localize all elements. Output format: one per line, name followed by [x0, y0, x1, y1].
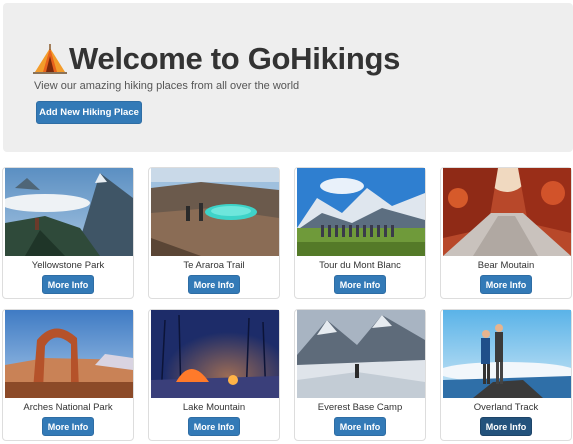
add-hiking-place-button[interactable]: Add New Hiking Place — [36, 101, 142, 124]
place-image — [5, 168, 133, 256]
place-card: Arches National Park More Info — [2, 309, 134, 441]
more-info-button[interactable]: More Info — [42, 417, 94, 436]
more-info-button[interactable]: More Info — [334, 417, 386, 436]
place-card: Overland Track More Info — [440, 309, 572, 441]
place-image — [297, 168, 425, 256]
place-name: Overland Track — [473, 402, 539, 413]
more-info-button[interactable]: More Info — [188, 275, 240, 294]
page-title: Welcome to GoHikings — [69, 41, 401, 76]
place-card: Te Araroa Trail More Info — [148, 167, 280, 299]
more-info-button[interactable]: More Info — [42, 275, 94, 294]
more-info-button[interactable]: More Info — [188, 417, 240, 436]
place-image — [151, 310, 279, 398]
jumbotron: Welcome to GoHikings View our amazing hi… — [3, 3, 573, 152]
place-card: Everest Base Camp More Info — [294, 309, 426, 441]
place-name: Bear Moutain — [477, 260, 535, 271]
more-info-button[interactable]: More Info — [480, 417, 532, 436]
place-image — [443, 168, 571, 256]
place-image — [5, 310, 133, 398]
place-name: Lake Mountain — [182, 402, 246, 413]
tent-icon — [33, 44, 67, 74]
place-image — [151, 168, 279, 256]
place-card: Tour du Mont Blanc More Info — [294, 167, 426, 299]
place-image — [443, 310, 571, 398]
page-title-row: Welcome to GoHikings — [33, 39, 400, 79]
page-subtitle: View our amazing hiking places from all … — [34, 80, 300, 92]
more-info-button[interactable]: More Info — [334, 275, 386, 294]
place-card: Bear Moutain More Info — [440, 167, 572, 299]
more-info-button[interactable]: More Info — [480, 275, 532, 294]
place-name: Tour du Mont Blanc — [319, 260, 401, 271]
place-name: Arches National Park — [23, 402, 113, 413]
place-name: Te Araroa Trail — [183, 260, 245, 271]
place-card: Lake Mountain More Info — [148, 309, 280, 441]
place-name: Yellowstone Park — [31, 260, 105, 271]
place-image — [297, 310, 425, 398]
place-name: Everest Base Camp — [317, 402, 403, 413]
place-card: Yellowstone Park More Info — [2, 167, 134, 299]
